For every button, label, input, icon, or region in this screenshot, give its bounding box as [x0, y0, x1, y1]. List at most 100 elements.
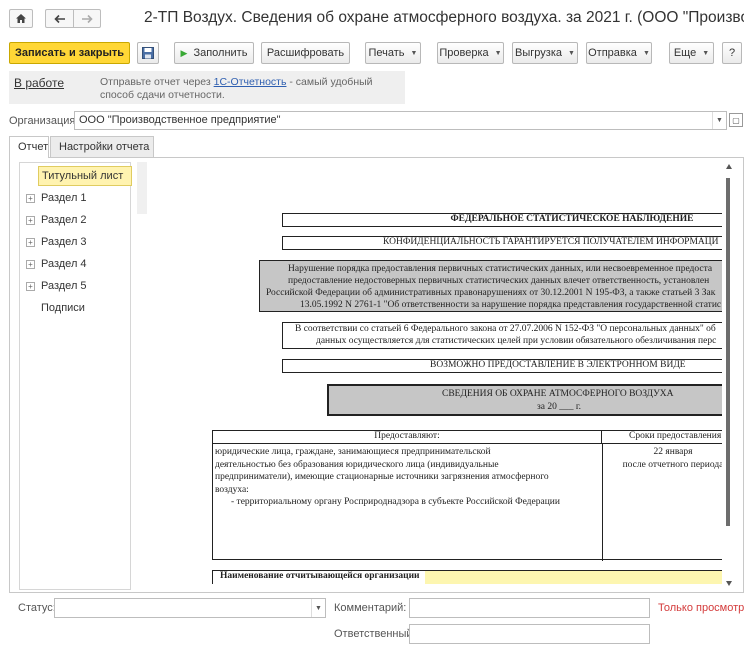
arrow-right-icon [82, 14, 93, 23]
more-button-label: Еще [673, 47, 697, 59]
warning-line: предоставление недостоверных первичных с… [288, 276, 710, 286]
electronic-notice-text: ВОЗМОЖНО ПРЕДОСТАВЛЕНИЕ В ЭЛЕКТРОННОМ ВИ… [430, 360, 686, 370]
comment-field[interactable] [409, 598, 650, 618]
back-button[interactable] [45, 9, 73, 28]
window-title: 2-ТП Воздух. Сведения об охране атмосфер… [144, 9, 744, 26]
submitters-line: юридические лица, граждане, занимающиеся… [215, 447, 491, 457]
federal-observation-header: ФЕДЕРАЛЬНОЕ СТАТИСТИЧЕСКОЕ НАБЛЮДЕНИЕ [282, 213, 722, 227]
report-sheet: ФЕДЕРАЛЬНОЕ СТАТИСТИЧЕСКОЕ НАБЛЮДЕНИЕ КО… [147, 164, 722, 584]
submitters-line: предприниматели), имеющие стационарные и… [215, 472, 549, 483]
dropdown-icon[interactable]: ▼ [712, 112, 726, 129]
submitters-line: воздуха: [215, 484, 249, 495]
org-name-input[interactable] [425, 571, 722, 584]
export-button-label: Выгрузка [515, 47, 563, 59]
more-button[interactable]: Еще ▼ [669, 42, 714, 64]
chevron-down-icon: ▼ [494, 49, 502, 57]
sidebar-item-section-2[interactable]: + Раздел 2 [20, 210, 130, 230]
banner-message-prefix: Отправьте отчет через [100, 76, 214, 88]
send-button-label: Отправка [588, 47, 637, 59]
arrow-left-icon [53, 14, 65, 23]
org-name-label: Наименование отчитывающейся организации [213, 571, 423, 584]
check-button[interactable]: Проверка ▼ [437, 42, 504, 64]
viewer-margin [137, 162, 147, 214]
org-name-row: Наименование отчитывающейся организации [212, 570, 722, 584]
play-icon: ▶ [180, 47, 188, 58]
electronic-notice: ВОЗМОЖНО ПРЕДОСТАВЛЕНИЕ В ЭЛЕКТРОННОМ ВИ… [282, 359, 722, 373]
print-button[interactable]: Печать ▼ [365, 42, 421, 64]
form-title-box: СВЕДЕНИЯ ОБ ОХРАНЕ АТМОСФЕРНОГО ВОЗДУХА … [327, 384, 722, 416]
dropdown-icon[interactable]: ▼ [311, 599, 325, 617]
violation-warning: Нарушение порядка предоставления первичн… [259, 260, 722, 312]
expand-icon[interactable]: + [26, 215, 35, 225]
deadline-date: 22 января [653, 447, 693, 457]
submitters-table: Предоставляют: Сроки предоставления юрид… [212, 430, 722, 561]
send-button[interactable]: Отправка ▼ [586, 42, 652, 64]
expand-icon[interactable]: + [26, 281, 35, 291]
tab-report[interactable]: Отчет [9, 136, 49, 158]
deadlines-header: Сроки предоставления [602, 431, 722, 444]
submitters-item: - территориальному органу Росприроднадзо… [231, 497, 560, 508]
open-icon[interactable]: ▢ [729, 113, 743, 127]
sections-tree: Титульный лист + Раздел 1 + Раздел 2 + Р… [19, 162, 132, 590]
personal-data-notice: В соответствии со статьей 6 Федерального… [282, 322, 722, 349]
document-viewer[interactable]: ФЕДЕРАЛЬНОЕ СТАТИСТИЧЕСКОЕ НАБЛЮДЕНИЕ КО… [137, 162, 734, 590]
title-bar: 2-ТП Воздух. Сведения об охране атмосфер… [0, 0, 756, 38]
help-button[interactable]: ? [722, 42, 742, 64]
chevron-down-icon: ▼ [568, 49, 575, 57]
responsible-field[interactable] [409, 624, 650, 644]
federal-observation-text: ФЕДЕРАЛЬНОЕ СТАТИСТИЧЕСКОЕ НАБЛЮДЕНИЕ [450, 214, 694, 224]
save-button[interactable] [137, 42, 159, 64]
floppy-disk-icon [142, 47, 154, 59]
scroll-up-icon[interactable] [726, 164, 732, 169]
chevron-down-icon: ▼ [642, 49, 650, 57]
deadline-note: после отчетного периода [622, 459, 722, 470]
sidebar-item-label: Раздел 1 [41, 192, 87, 204]
personal-data-line: данных осуществляется для статистических… [316, 336, 717, 346]
chevron-down-icon: ▼ [702, 49, 710, 57]
status-label: Статус: [18, 602, 56, 614]
expand-icon[interactable]: + [26, 193, 35, 203]
sidebar-item-label: Титульный лист [42, 170, 124, 182]
fill-button[interactable]: ▶ Заполнить [174, 42, 254, 64]
sidebar-item-label: Раздел 4 [41, 258, 87, 270]
status-field[interactable]: ▼ [54, 598, 326, 618]
sidebar-item-section-3[interactable]: + Раздел 3 [20, 232, 130, 252]
read-only-indicator: Только просмотр [658, 602, 745, 614]
toolbar: Записать и закрыть ▶ Заполнить Расшифров… [0, 42, 756, 66]
vertical-scrollbar[interactable] [724, 162, 734, 590]
tab-report-settings[interactable]: Настройки отчета [50, 136, 154, 157]
scrollbar-thumb[interactable] [726, 178, 730, 526]
warning-line: Российской Федерации об административных… [266, 288, 716, 298]
warning-line: 13.05.1992 N 2761-1 "Об ответственности … [300, 300, 722, 310]
status-link[interactable]: В работе [14, 76, 64, 90]
responsible-label: Ответственный: [334, 628, 416, 640]
sidebar-item-label: Раздел 3 [41, 236, 87, 248]
submitters-header: Предоставляют: [213, 431, 602, 444]
sidebar-item-section-4[interactable]: + Раздел 4 [20, 254, 130, 274]
confidentiality-header: КОНФИДЕНЦИАЛЬНОСТЬ ГАРАНТИРУЕТСЯ ПОЛУЧАТ… [282, 236, 722, 250]
comment-label: Комментарий: [334, 602, 407, 614]
sidebar-item-section-5[interactable]: + Раздел 5 [20, 276, 130, 296]
form-year: за 20 ___ г. [537, 402, 582, 412]
check-button-label: Проверка [439, 47, 489, 59]
home-button[interactable] [9, 9, 33, 28]
organization-label: Организация: [9, 115, 79, 127]
expand-icon[interactable]: + [26, 237, 35, 247]
sidebar-item-section-1[interactable]: + Раздел 1 [20, 188, 130, 208]
scroll-down-icon[interactable] [726, 581, 732, 586]
organization-field[interactable]: ООО "Производственное предприятие" ▼ [74, 111, 727, 130]
sidebar-item-signatures[interactable]: Подписи [20, 298, 130, 318]
sidebar-item-label: Раздел 2 [41, 214, 87, 226]
decode-button[interactable]: Расшифровать [261, 42, 350, 64]
print-button-label: Печать [368, 47, 405, 59]
save-and-close-button[interactable]: Записать и закрыть [9, 42, 130, 64]
form-title: СВЕДЕНИЯ ОБ ОХРАНЕ АТМОСФЕРНОГО ВОЗДУХА [442, 389, 674, 399]
forward-button[interactable] [73, 9, 101, 28]
organization-value: ООО "Производственное предприятие" [79, 114, 281, 126]
submitters-line: деятельностью без образования юридическо… [215, 459, 499, 470]
export-button[interactable]: Выгрузка ▼ [512, 42, 578, 64]
sidebar-item-title-page[interactable]: Титульный лист [38, 166, 132, 186]
1c-reporting-link[interactable]: 1С-Отчетность [214, 76, 287, 88]
personal-data-line: В соответствии со статьей 6 Федерального… [295, 324, 716, 334]
expand-icon[interactable]: + [26, 259, 35, 269]
